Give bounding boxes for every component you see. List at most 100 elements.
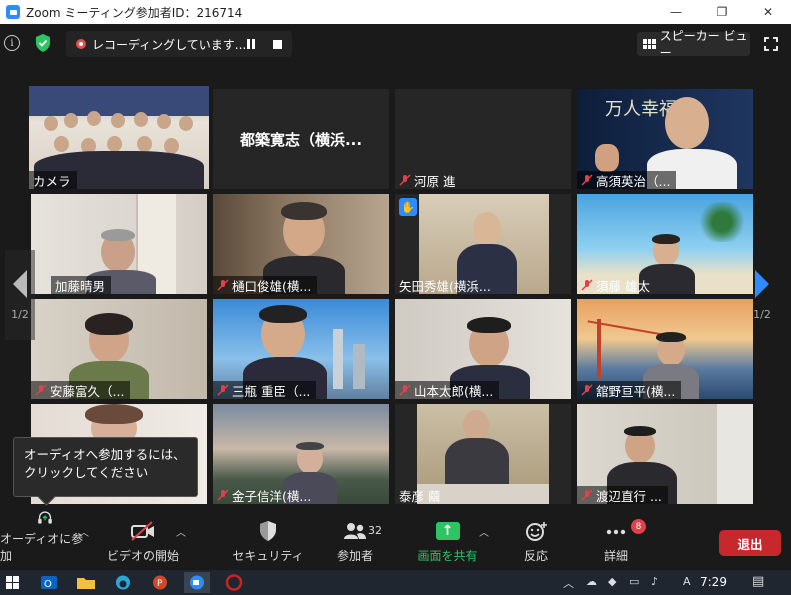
security-app-icon[interactable] — [221, 572, 247, 593]
encryption-shield-icon[interactable] — [34, 33, 52, 53]
system-clock[interactable]: 7:29 — [700, 575, 727, 589]
video-off-icon — [131, 521, 154, 541]
security-button[interactable]: セキュリティ — [228, 510, 308, 570]
raised-hand-icon: ✋ — [399, 198, 417, 216]
participant-name-center: 都築寛志（横浜... — [239, 130, 363, 149]
edge-browser-icon[interactable] — [110, 572, 136, 593]
speaker-view-button[interactable]: スピーカー ビュー — [637, 29, 750, 60]
tray-chevron-icon[interactable]: ︿ — [563, 575, 574, 591]
video-tile[interactable]: ✋ 矢田秀雄(横浜... — [395, 194, 571, 294]
file-explorer-icon[interactable] — [73, 572, 99, 593]
video-tile[interactable]: 万人幸福栞 高須英治（... — [577, 89, 753, 189]
muted-mic-icon — [217, 489, 229, 501]
video-tile[interactable]: 泰彦 繭 — [395, 404, 571, 504]
headphones-icon — [38, 511, 52, 524]
chevron-right-icon — [755, 269, 769, 298]
video-tile[interactable]: 樋口俊雄(横... — [213, 194, 389, 294]
video-tile[interactable]: 都築寛志（横浜... — [213, 89, 389, 189]
muted-mic-icon — [581, 279, 593, 291]
participant-name-tag: 樋口俊雄(横... — [213, 276, 318, 294]
share-screen-button[interactable]: ↑ 画面を共有 — [405, 510, 490, 570]
participant-name: 樋口俊雄(横... — [232, 278, 312, 294]
muted-mic-icon — [581, 174, 593, 186]
windows-taskbar: O P ︿ ☁ ◆ ▭ ♪ A 7:29 ▤ — [0, 570, 791, 595]
zoom-app-icon[interactable] — [184, 572, 210, 593]
share-screen-icon: ↑ — [435, 522, 460, 540]
participants-label: 参加者 — [336, 549, 373, 563]
pause-recording-icon[interactable] — [247, 39, 257, 49]
muted-mic-icon — [399, 384, 411, 396]
participant-name: カメラ — [33, 173, 71, 189]
video-tile[interactable]: 須藤 雄太 — [577, 194, 753, 294]
participant-name-tag: 須藤 雄太 — [577, 276, 656, 294]
windows-start-icon[interactable] — [0, 572, 26, 593]
volume-icon[interactable]: ♪ — [651, 575, 658, 588]
outlook-icon[interactable]: O — [36, 572, 62, 593]
previous-page-button[interactable]: 1/2 — [5, 250, 35, 340]
participant-name-tag: 加藤晴男 — [51, 276, 112, 294]
video-tile[interactable]: 三瓶 重臣（... — [213, 299, 389, 399]
reaction-emoji-icon — [526, 522, 547, 541]
participant-name: 渡辺直行 ... — [596, 488, 662, 504]
participant-name: 山本太郎(横... — [414, 383, 494, 399]
video-tile[interactable]: カメラ — [29, 86, 209, 189]
muted-mic-icon — [217, 384, 229, 396]
participant-name-tag: 泰彦 繭 — [395, 486, 446, 504]
start-video-button[interactable]: ビデオの開始 — [103, 510, 183, 570]
participants-button[interactable]: 参加者 — [315, 510, 395, 570]
participant-name: 矢田秀雄(横浜... — [399, 278, 491, 294]
participant-name-tag: 渡辺直行 ... — [577, 486, 668, 504]
close-button[interactable]: ✕ — [745, 0, 791, 24]
view-grid-icon — [643, 39, 656, 49]
muted-mic-icon — [35, 384, 47, 396]
svg-text:P: P — [157, 579, 163, 589]
more-label: 詳細 — [603, 549, 628, 563]
join-audio-button[interactable]: オーディオに参加 — [0, 510, 90, 570]
participant-name-tag: 山本太郎(横... — [395, 381, 500, 399]
meeting-topbar: i レコーディングしています... スピーカー ビュー — [0, 24, 791, 64]
page-indicator-left: 1/2 — [11, 307, 29, 321]
security-label: セキュリティ — [232, 549, 304, 563]
participant-name: 金子信洋(横... — [232, 488, 312, 504]
leave-meeting-button[interactable]: 退出 — [719, 530, 781, 556]
stop-recording-icon[interactable] — [273, 39, 282, 49]
info-icon[interactable]: i — [4, 35, 20, 51]
participant-name-tag: 矢田秀雄(横浜... — [395, 276, 497, 294]
ime-indicator[interactable]: A — [683, 575, 691, 588]
zoom-logo-icon — [6, 5, 20, 19]
speaker-view-label: スピーカー ビュー — [659, 29, 748, 60]
chevron-left-icon — [13, 269, 27, 298]
minimize-button[interactable]: — — [653, 0, 699, 24]
battery-icon[interactable]: ▭ — [629, 575, 639, 588]
video-tile[interactable]: 山本太郎(横... — [395, 299, 571, 399]
video-tile[interactable]: 河原 進 — [395, 89, 571, 189]
fullscreen-icon[interactable] — [764, 37, 778, 51]
join-audio-tooltip: オーディオへ参加するには、クリックしてください — [13, 437, 198, 497]
video-tile[interactable]: 安藤富久（... — [31, 299, 207, 399]
participant-name: 須藤 雄太 — [596, 278, 650, 294]
participant-name: 三瓶 重臣（... — [232, 383, 311, 399]
powerpoint-icon[interactable]: P — [147, 572, 173, 593]
muted-mic-icon — [399, 174, 411, 186]
muted-mic-icon — [217, 279, 229, 291]
video-tile[interactable]: 渡辺直行 ... — [577, 404, 753, 504]
video-options-caret-icon[interactable]: ︿ — [176, 524, 186, 539]
participant-name-tag: 高須英治（... — [577, 171, 677, 189]
window-title: Zoom ミーティング参加者ID：216714 — [26, 5, 243, 20]
onedrive-icon[interactable]: ☁ — [586, 575, 597, 588]
reactions-button[interactable]: 反応 — [500, 510, 572, 570]
maximize-button[interactable]: ❐ — [699, 0, 745, 24]
share-options-caret-icon[interactable]: ︿ — [479, 524, 489, 539]
video-tile[interactable]: 舘野亘平(横... — [577, 299, 753, 399]
share-screen-label: 画面を共有 — [417, 549, 478, 563]
video-tile[interactable]: 金子信洋(横... — [213, 404, 389, 504]
video-tile[interactable]: 加藤晴男 — [31, 194, 207, 294]
dropbox-icon[interactable]: ◆ — [608, 575, 616, 588]
participant-name: 加藤晴男 — [55, 278, 106, 294]
notification-center-icon[interactable]: ▤ — [752, 574, 764, 589]
next-page-button[interactable]: 1/2 — [747, 250, 777, 340]
participant-name-tag: 安藤富久（... — [31, 381, 131, 399]
participant-name-tag: 金子信洋(横... — [213, 486, 317, 504]
participant-name: 高須英治（... — [596, 173, 671, 189]
audio-options-caret-icon[interactable]: ︿ — [79, 524, 89, 539]
